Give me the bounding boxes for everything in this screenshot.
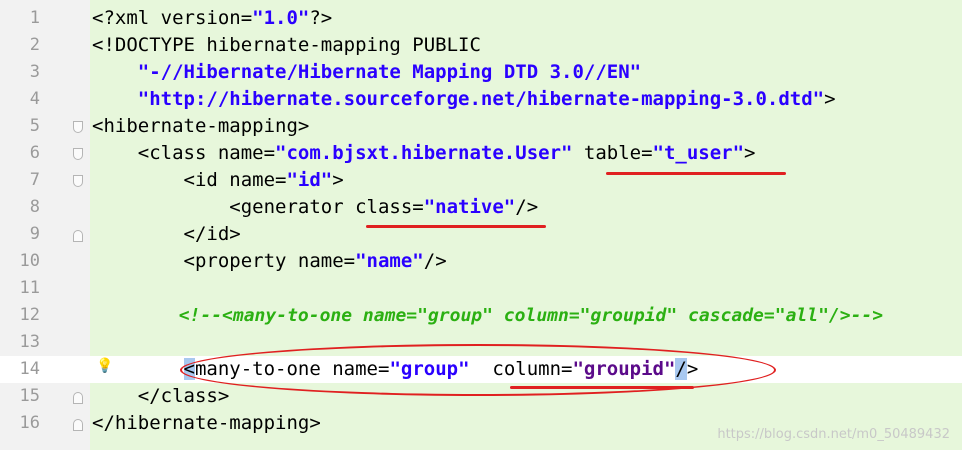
fold-marker-icon[interactable]	[73, 419, 83, 431]
line-number: 3	[29, 62, 40, 82]
annotation-underline	[606, 172, 786, 175]
line-number: 15	[19, 386, 40, 406]
line-number: 11	[19, 278, 40, 298]
code-line-2: <!DOCTYPE hibernate-mapping PUBLIC	[92, 34, 481, 56]
code-line-6: <class name="com.bjsxt.hibernate.User" t…	[92, 142, 756, 164]
code-line-8: <generator class="native"/>	[92, 196, 539, 218]
line-number: 4	[29, 89, 40, 109]
line-number: 5	[29, 116, 40, 136]
fold-marker-icon[interactable]	[73, 121, 83, 133]
line-number: 14	[19, 359, 40, 379]
code-line-12: <!--<many-to-one name="group" column="gr…	[178, 305, 884, 326]
line-number: 2	[29, 35, 40, 55]
line-number: 13	[19, 332, 40, 352]
watermark: https://blog.csdn.net/m0_50489432	[717, 427, 950, 442]
line-number: 16	[19, 413, 40, 433]
line-number: 7	[29, 170, 40, 190]
annotation-ellipse	[180, 344, 776, 396]
fold-marker-icon[interactable]	[73, 175, 83, 187]
line-number: 1	[29, 8, 40, 28]
fold-marker-icon[interactable]	[73, 148, 83, 160]
line-number: 9	[29, 224, 40, 244]
line-number: 12	[19, 305, 40, 325]
code-line-5: <hibernate-mapping>	[92, 115, 310, 137]
code-line-7: <id name="id">	[92, 169, 344, 191]
line-number: 6	[29, 143, 40, 163]
annotation-underline	[366, 225, 546, 228]
fold-marker-icon[interactable]	[73, 230, 83, 242]
code-line-9: </id>	[92, 223, 241, 245]
code-line-10: <property name="name"/>	[92, 250, 447, 272]
line-number: 10	[19, 251, 40, 271]
code-line-15: </class>	[92, 385, 230, 407]
fold-marker-icon[interactable]	[73, 392, 83, 404]
code-line-1: <?xml version="1.0"?>	[92, 7, 333, 29]
line-number: 8	[29, 197, 40, 217]
code-line-4: "http://hibernate.sourceforge.net/hibern…	[137, 88, 836, 110]
code-line-16: </hibernate-mapping>	[92, 412, 321, 434]
code-editor[interactable]: 1 2 3 4 5 6 7 8 9 10 11 12 13 14 15 16 💡…	[0, 0, 962, 450]
code-line-3: "-//Hibernate/Hibernate Mapping DTD 3.0/…	[137, 61, 642, 83]
